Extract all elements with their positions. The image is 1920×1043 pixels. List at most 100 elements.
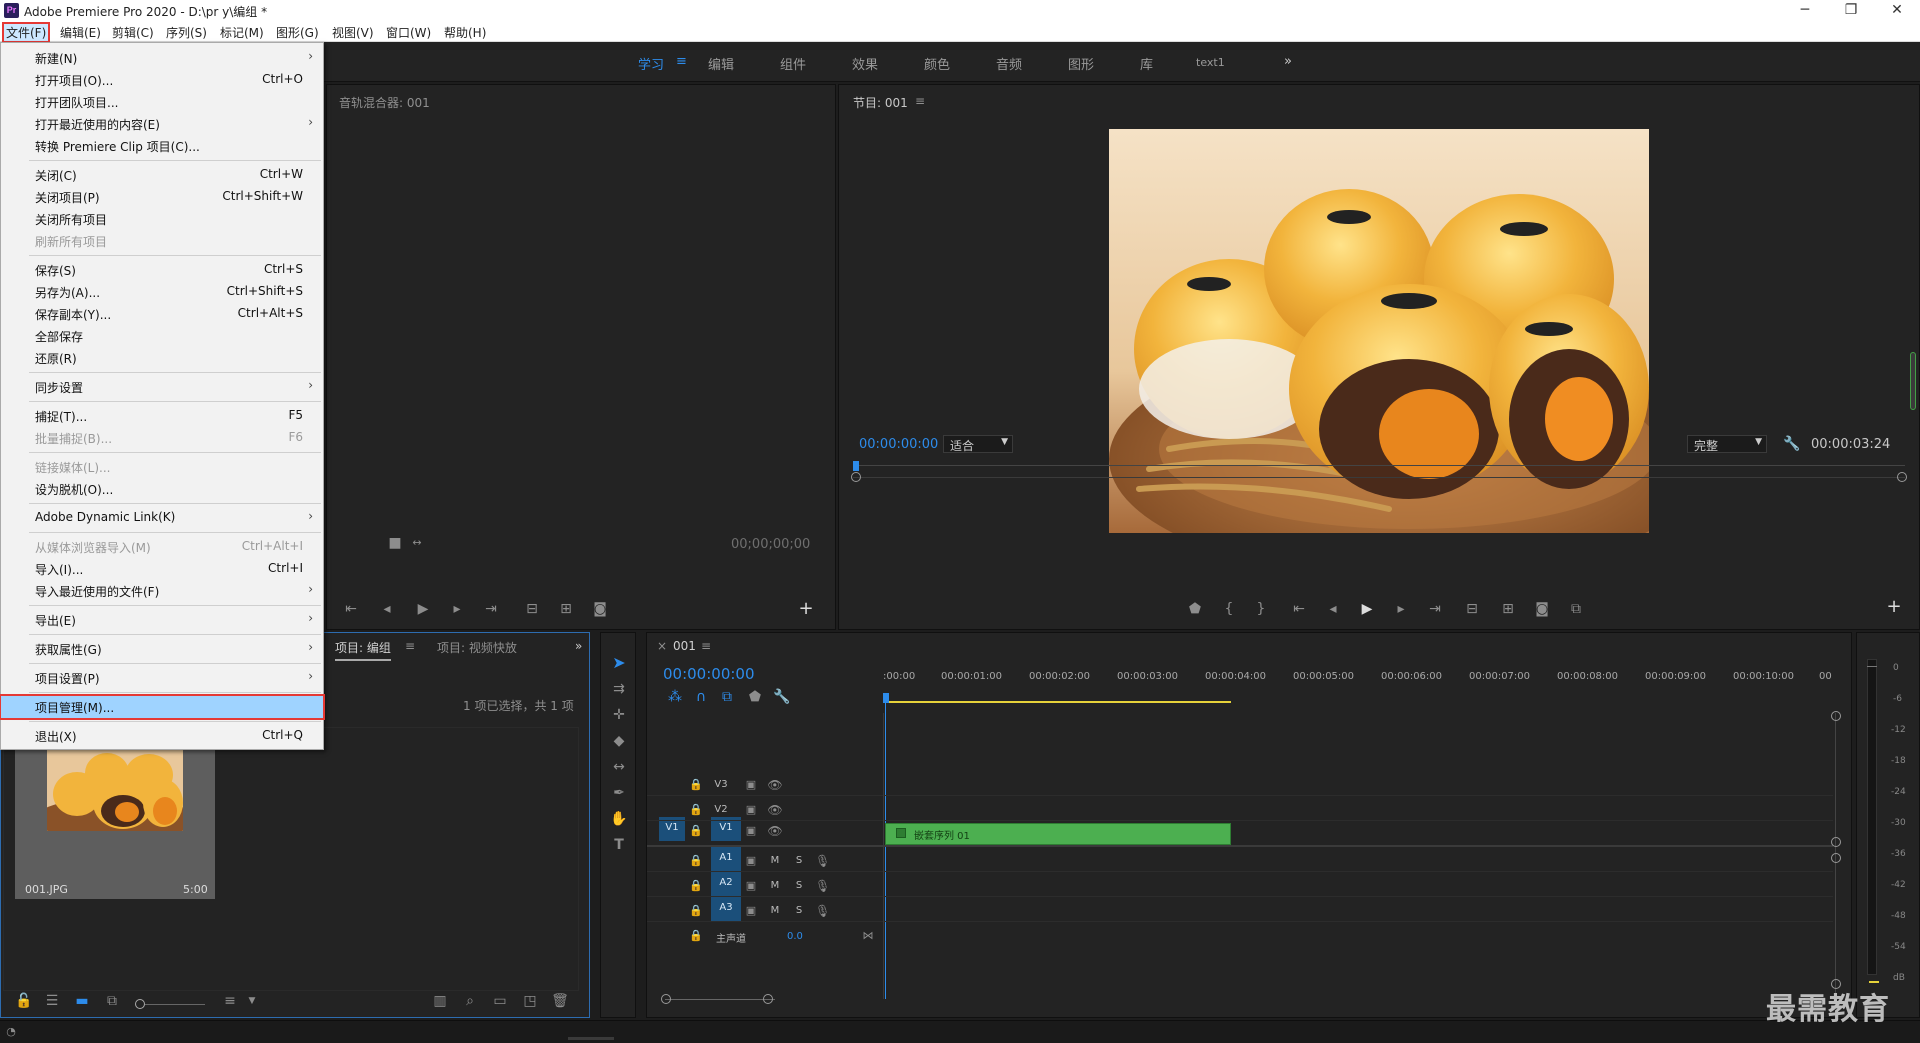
track-select-tool-icon[interactable]: ⇉ — [610, 681, 628, 697]
lock-icon[interactable]: 🔒 — [689, 823, 703, 839]
go-to-out-icon[interactable]: ⇥ — [1427, 601, 1443, 617]
close-sequence-icon[interactable]: × — [657, 639, 667, 653]
step-forward-icon[interactable]: ▸ — [449, 601, 465, 617]
zoom-handle-left[interactable] — [851, 472, 861, 482]
work-area-bar[interactable] — [883, 701, 1231, 703]
eye-icon[interactable]: 👁 — [767, 823, 783, 839]
vscroll-handle-top[interactable] — [1831, 711, 1841, 721]
zoom-handle-right[interactable] — [1897, 472, 1907, 482]
go-to-out-icon[interactable]: ⇥ — [483, 601, 499, 617]
file-menu-item[interactable]: 捕捉(T)... F5 — [1, 405, 323, 427]
zoom-slider-handle[interactable] — [135, 999, 145, 1009]
workspace-effects[interactable]: 效果 — [852, 54, 878, 73]
camera-icon[interactable]: ◙ — [591, 601, 609, 617]
sort-icon[interactable]: ≡ — [221, 993, 239, 1009]
tab-project-active[interactable]: 项目: 编组 — [335, 639, 391, 661]
eye-icon[interactable]: 👁 — [767, 777, 783, 793]
file-menu-item[interactable]: 同步设置 › — [1, 376, 323, 398]
hscroll-handle-right[interactable] — [763, 994, 773, 1004]
vscroll-handle-mid[interactable] — [1831, 837, 1841, 847]
file-menu-item[interactable]: 导出(E) › — [1, 609, 323, 631]
workspace-color[interactable]: 颜色 — [924, 54, 950, 73]
file-menu-item[interactable]: 还原(R) — [1, 347, 323, 369]
menu-edit[interactable]: 编辑(E) — [60, 24, 101, 41]
loop-icon[interactable]: ⊟ — [523, 601, 541, 617]
mixer-square-icon[interactable]: ■ — [387, 535, 403, 551]
sync-lock-icon[interactable]: ▣ — [743, 853, 759, 869]
sequence-menu-icon[interactable]: ≡ — [701, 639, 711, 653]
step-back-icon[interactable]: ◂ — [379, 601, 395, 617]
file-menu-item[interactable]: 打开项目(O)... Ctrl+O — [1, 69, 323, 91]
solo-button[interactable]: S — [793, 855, 805, 866]
program-monitor-menu-icon[interactable]: ≡ — [915, 94, 925, 108]
lock-icon[interactable]: 🔒 — [689, 802, 703, 818]
add-button-icon[interactable]: + — [1885, 598, 1903, 616]
mixer-in-out-icon[interactable]: ↔ — [409, 535, 425, 551]
lock-icon[interactable]: 🔒 — [689, 878, 703, 894]
menu-clip[interactable]: 剪辑(C) — [112, 24, 154, 41]
track-v3-label[interactable]: V3 — [711, 779, 731, 790]
lift-icon[interactable]: ⊟ — [1463, 601, 1481, 617]
automate-to-sequence-icon[interactable]: ▥ — [431, 993, 449, 1009]
file-menu-item[interactable]: 获取属性(G) › — [1, 638, 323, 660]
master-volume-value[interactable]: 0.0 — [787, 931, 803, 942]
menu-file[interactable]: 文件(F) — [1, 22, 51, 43]
quality-select[interactable]: 完整 ▼ — [1687, 435, 1767, 453]
menu-view[interactable]: 视图(V) — [332, 24, 374, 41]
timeline-clip-nested-sequence[interactable]: 嵌套序列 01 — [885, 823, 1231, 845]
timeline-horizontal-scroll[interactable] — [665, 999, 775, 1000]
icon-view-icon[interactable]: ▬ — [73, 993, 91, 1009]
workspace-menu-icon[interactable]: ≡ — [676, 54, 687, 69]
vscroll-handle-lower[interactable] — [1831, 853, 1841, 863]
type-tool-icon[interactable]: T — [610, 837, 628, 853]
file-menu-item[interactable]: 导入(I)... Ctrl+I — [1, 558, 323, 580]
workspace-learn[interactable]: 学习 — [638, 54, 664, 73]
panel-more-icon[interactable]: » — [575, 639, 582, 653]
slip-tool-icon[interactable]: ↔ — [610, 759, 628, 775]
search-icon[interactable]: ⌕ — [461, 993, 479, 1009]
menu-marker[interactable]: 标记(M) — [220, 24, 264, 41]
mute-button[interactable]: M — [769, 855, 781, 866]
hscroll-handle-left[interactable] — [661, 994, 671, 1004]
menu-graphics[interactable]: 图形(G) — [276, 24, 319, 41]
file-menu-item[interactable]: 关闭(C) Ctrl+W — [1, 164, 323, 186]
track-a1-label[interactable]: A1 — [711, 847, 741, 871]
sync-lock-icon[interactable]: ▣ — [743, 823, 759, 839]
timeline-timecode[interactable]: 00:00:00:00 — [663, 665, 755, 683]
file-menu-item[interactable]: 项目设置(P) › — [1, 667, 323, 689]
restore-button[interactable]: ❐ — [1828, 0, 1874, 22]
add-button-icon[interactable]: + — [797, 600, 815, 618]
hand-tool-icon[interactable]: ✋ — [610, 811, 628, 827]
program-monitor-title[interactable]: 节目: 001 — [853, 94, 908, 111]
program-timecode[interactable]: 00:00:00:00 — [859, 437, 938, 452]
wrench-icon[interactable]: 🔧 — [1783, 436, 1800, 452]
track-a3-label[interactable]: A3 — [711, 897, 741, 921]
tab-project-other[interactable]: 项目: 视频快放 — [437, 639, 517, 656]
play-icon[interactable]: ▶ — [415, 601, 431, 617]
play-icon[interactable]: ▶ — [1359, 601, 1375, 617]
zoom-slider[interactable] — [145, 1004, 205, 1005]
linked-selection-icon[interactable]: ⧉ — [719, 689, 735, 705]
record-icon[interactable]: ⊞ — [557, 601, 575, 617]
menu-window[interactable]: 窗口(W) — [386, 24, 431, 41]
file-menu-item[interactable]: 打开团队项目... — [1, 91, 323, 113]
file-menu-item[interactable]: 设为脱机(O)... — [1, 478, 323, 500]
mute-button[interactable]: M — [769, 880, 781, 891]
freeform-view-icon[interactable]: ⧉ — [103, 993, 121, 1009]
lock-icon[interactable]: 🔒 — [689, 853, 703, 869]
lock-icon[interactable]: 🔒 — [689, 777, 703, 793]
sync-lock-icon[interactable]: ▣ — [743, 903, 759, 919]
sync-lock-icon[interactable]: ▣ — [743, 777, 759, 793]
minimize-button[interactable]: ─ — [1782, 0, 1828, 22]
file-menu-item[interactable]: 新建(N) › — [1, 47, 323, 69]
menu-help[interactable]: 帮助(H) — [444, 24, 486, 41]
mute-button[interactable]: M — [769, 905, 781, 916]
new-bin-icon[interactable]: ▭ — [491, 993, 509, 1009]
mark-out-icon[interactable]: } — [1253, 601, 1269, 617]
timeline-playhead-handle[interactable] — [883, 693, 889, 703]
tab-project-menu-icon[interactable]: ≡ — [405, 639, 415, 653]
solo-button[interactable]: S — [793, 905, 805, 916]
time-ruler[interactable]: :00:00 00:00:01:00 00:00:02:00 00:00:03:… — [883, 661, 1833, 709]
file-menu-item[interactable]: 转换 Premiere Clip 项目(C)... — [1, 135, 323, 157]
sequence-tab[interactable]: 001 — [673, 639, 696, 653]
